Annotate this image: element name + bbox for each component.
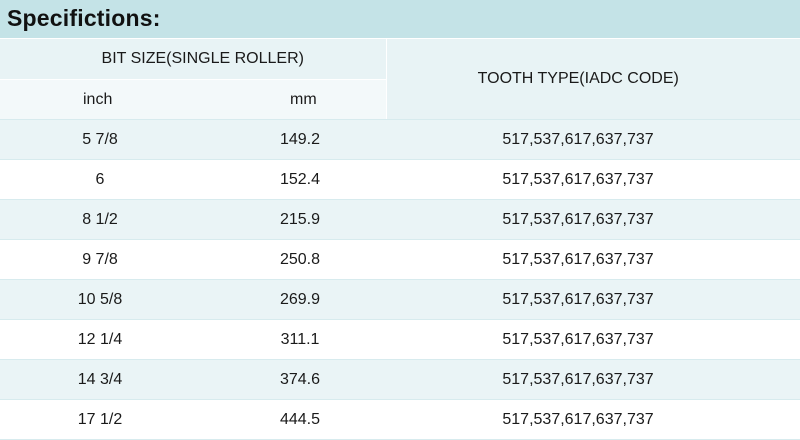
cell-mm-value: 215.9 xyxy=(279,210,321,228)
cell-mm: 250.8 xyxy=(196,239,387,280)
title-bar: Specifictions: xyxy=(0,0,800,39)
cell-inch: 14 3/4 xyxy=(0,359,196,400)
table-row: 17 1/2 444.5 517,537,617,637,737 xyxy=(0,399,800,440)
table-row: 8 1/2 215.9 517,537,617,637,737 xyxy=(0,199,800,240)
header-mm-label: mm xyxy=(290,90,317,108)
cell-tooth-value: 517,537,617,637,737 xyxy=(502,170,654,188)
table-row: 9 7/8 250.8 517,537,617,637,737 xyxy=(0,239,800,280)
page-title: Specifictions: xyxy=(7,5,161,31)
cell-inch: 17 1/2 xyxy=(0,399,196,440)
cell-mm-value: 374.6 xyxy=(279,370,321,388)
cell-tooth: 517,537,617,637,737 xyxy=(386,159,800,200)
cell-mm: 152.4 xyxy=(196,159,387,200)
cell-inch-value: 9 7/8 xyxy=(82,250,118,268)
header-bit-size-label: BIT SIZE(SINGLE ROLLER) xyxy=(101,50,304,67)
cell-mm: 444.5 xyxy=(196,399,387,440)
header-tooth-type: TOOTH TYPE(IADC CODE) xyxy=(385,39,800,120)
cell-inch-value: 5 7/8 xyxy=(82,130,118,148)
cell-tooth-value: 517,537,617,637,737 xyxy=(502,210,654,228)
cell-mm: 215.9 xyxy=(196,199,387,240)
header-row-top: BIT SIZE(SINGLE ROLLER) TOOTH TYPE(IADC … xyxy=(0,39,800,120)
cell-tooth: 517,537,617,637,737 xyxy=(386,199,800,240)
cell-inch-value: 14 3/4 xyxy=(77,370,123,388)
cell-mm-value: 250.8 xyxy=(279,250,321,268)
cell-mm: 311.1 xyxy=(196,319,387,360)
header-mm: mm xyxy=(196,79,387,120)
cell-tooth-value: 517,537,617,637,737 xyxy=(502,130,654,148)
cell-inch-value: 8 1/2 xyxy=(82,210,118,228)
table-row: 5 7/8 149.2 517,537,617,637,737 xyxy=(0,119,800,160)
cell-inch-value: 10 5/8 xyxy=(77,290,123,308)
header-inch-label: inch xyxy=(83,90,113,108)
cell-tooth: 517,537,617,637,737 xyxy=(386,399,800,440)
header-bit-size: BIT SIZE(SINGLE ROLLER) xyxy=(0,39,387,80)
header-inch: inch xyxy=(0,79,196,120)
cell-inch-value: 12 1/4 xyxy=(77,330,123,348)
table-row: 12 1/4 311.1 517,537,617,637,737 xyxy=(0,319,800,360)
cell-tooth: 517,537,617,637,737 xyxy=(386,279,800,320)
table-row: 10 5/8 269.9 517,537,617,637,737 xyxy=(0,279,800,320)
cell-inch-value: 6 xyxy=(95,170,105,188)
cell-inch: 10 5/8 xyxy=(0,279,196,320)
cell-mm-value: 444.5 xyxy=(279,410,321,428)
cell-tooth-value: 517,537,617,637,737 xyxy=(502,410,654,428)
spec-table: BIT SIZE(SINGLE ROLLER) TOOTH TYPE(IADC … xyxy=(0,39,800,440)
cell-tooth: 517,537,617,637,737 xyxy=(386,359,800,400)
cell-tooth: 517,537,617,637,737 xyxy=(386,119,800,160)
cell-tooth-value: 517,537,617,637,737 xyxy=(502,370,654,388)
cell-mm-value: 149.2 xyxy=(279,130,321,148)
cell-tooth-value: 517,537,617,637,737 xyxy=(502,290,654,308)
cell-mm: 149.2 xyxy=(196,119,387,160)
header-tooth-type-label: TOOTH TYPE(IADC CODE) xyxy=(477,70,679,87)
cell-mm-value: 152.4 xyxy=(279,170,321,188)
spec-page: Specifictions: BIT SIZE(SINGLE ROLLER) T… xyxy=(0,0,800,440)
cell-inch: 6 xyxy=(0,159,196,200)
cell-inch: 8 1/2 xyxy=(0,199,196,240)
cell-mm: 269.9 xyxy=(196,279,387,320)
cell-inch-value: 17 1/2 xyxy=(77,410,123,428)
cell-tooth-value: 517,537,617,637,737 xyxy=(502,330,654,348)
cell-mm: 374.6 xyxy=(196,359,387,400)
cell-tooth: 517,537,617,637,737 xyxy=(386,319,800,360)
table-row: 14 3/4 374.6 517,537,617,637,737 xyxy=(0,359,800,400)
cell-inch: 12 1/4 xyxy=(0,319,196,360)
cell-mm-value: 269.9 xyxy=(279,290,321,308)
cell-inch: 5 7/8 xyxy=(0,119,196,160)
table-row: 6 152.4 517,537,617,637,737 xyxy=(0,159,800,200)
spec-table-body: BIT SIZE(SINGLE ROLLER) TOOTH TYPE(IADC … xyxy=(0,39,800,440)
cell-mm-value: 311.1 xyxy=(280,330,320,348)
cell-inch: 9 7/8 xyxy=(0,239,196,280)
cell-tooth: 517,537,617,637,737 xyxy=(386,239,800,280)
cell-tooth-value: 517,537,617,637,737 xyxy=(502,250,654,268)
